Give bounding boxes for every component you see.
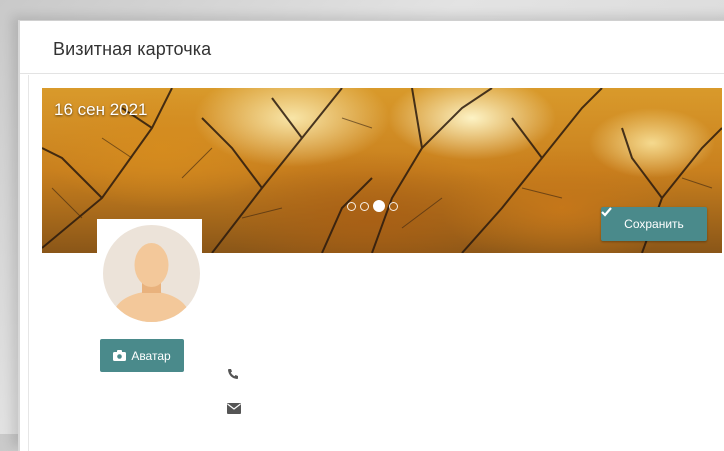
carousel-indicators bbox=[347, 200, 398, 212]
cover-date: 16 сен 2021 bbox=[54, 100, 148, 119]
avatar-placeholder-icon bbox=[103, 225, 200, 322]
save-button-label: Сохранить bbox=[624, 217, 684, 231]
carousel-dot[interactable] bbox=[347, 201, 356, 211]
title-bar: Визитная карточка bbox=[20, 21, 724, 74]
avatar[interactable] bbox=[97, 219, 202, 322]
carousel-dot-active[interactable] bbox=[373, 200, 385, 212]
carousel-dot[interactable] bbox=[389, 201, 398, 211]
check-icon bbox=[601, 207, 612, 217]
envelope-icon bbox=[227, 402, 241, 416]
camera-icon bbox=[113, 350, 127, 361]
avatar-button-label: Аватар bbox=[131, 348, 171, 363]
save-button[interactable]: Сохранить bbox=[601, 207, 707, 241]
phone-icon bbox=[227, 368, 241, 382]
page-title: Визитная карточка bbox=[53, 39, 212, 59]
business-card-window: Визитная карточка 16 сен 2021 Сохранить … bbox=[18, 20, 724, 451]
avatar-upload-button[interactable]: Аватар bbox=[100, 339, 184, 372]
carousel-dot[interactable] bbox=[360, 201, 369, 211]
